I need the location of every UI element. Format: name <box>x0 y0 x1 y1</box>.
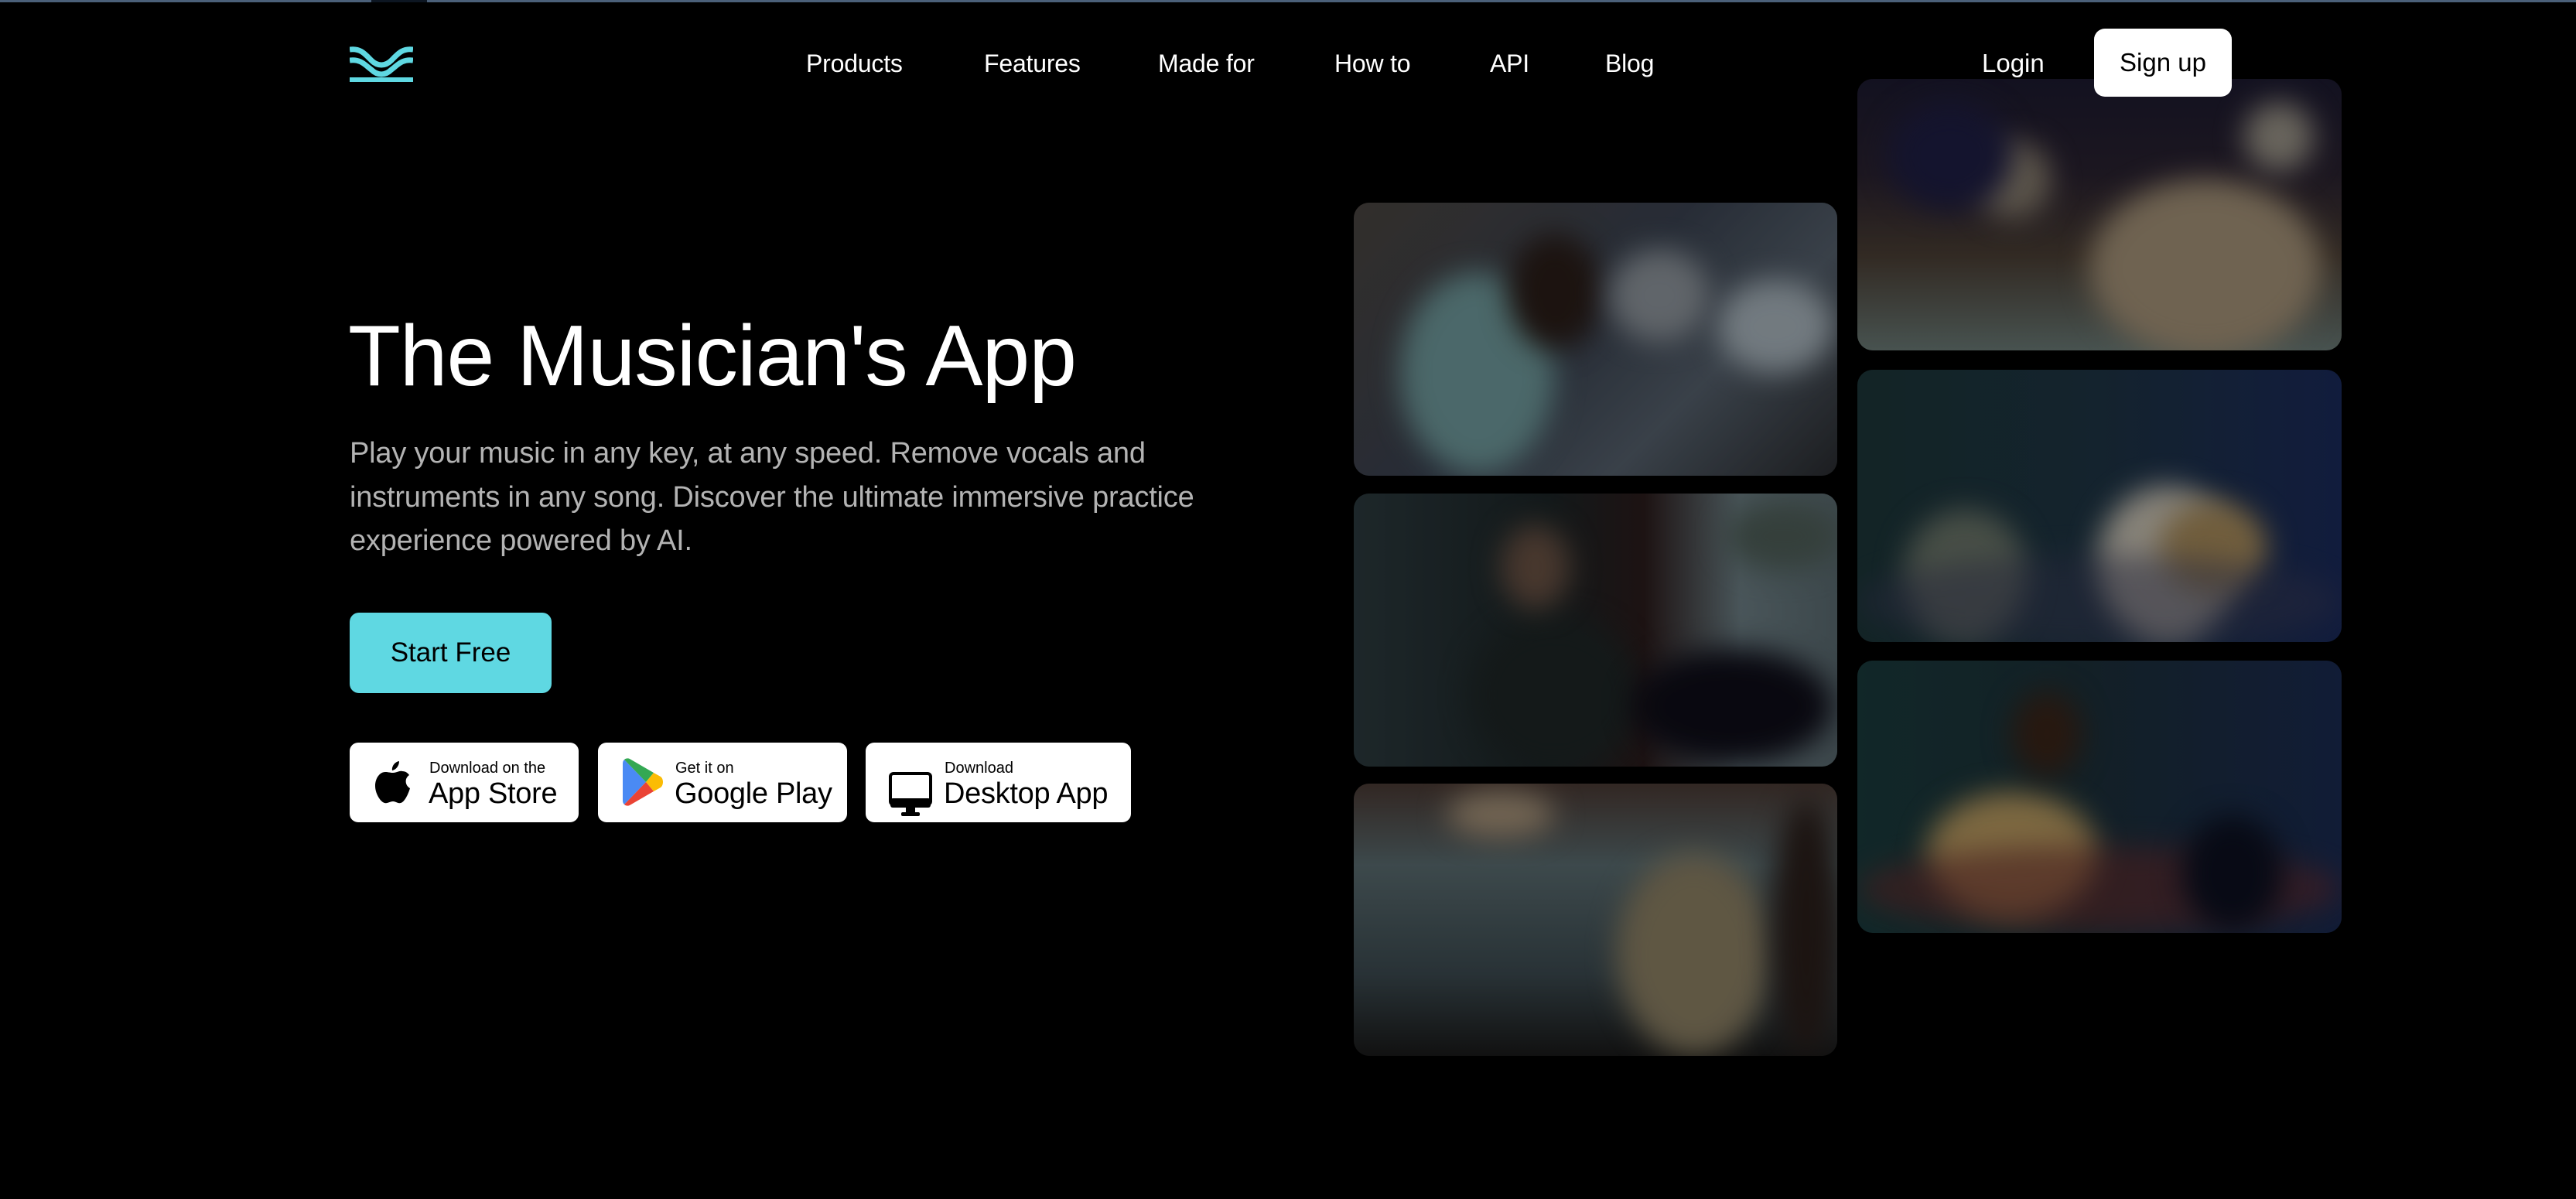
google-play-small-text: Get it on <box>675 760 734 777</box>
desktop-monitor-icon <box>889 772 932 816</box>
app-store-small-text: Download on the <box>429 760 546 777</box>
nav-features[interactable]: Features <box>984 48 1081 79</box>
signup-button[interactable]: Sign up <box>2094 29 2232 97</box>
gallery-photo-guitarist <box>1354 784 1837 1056</box>
app-store-big-text: App Store <box>429 777 558 810</box>
google-play-icon <box>623 758 663 806</box>
gallery-photo-duo <box>1857 370 2342 642</box>
top-border-segment <box>371 0 427 2</box>
nav-blog[interactable]: Blog <box>1605 48 1654 79</box>
gallery-photo-singer <box>1857 79 2342 350</box>
desktop-app-small-text: Download <box>945 760 1013 777</box>
start-free-button[interactable]: Start Free <box>350 613 552 693</box>
gallery-photo-acoustic <box>1857 661 2342 933</box>
login-link[interactable]: Login <box>1982 48 2045 79</box>
gallery-photo-bassist <box>1354 203 1837 476</box>
google-play-big-text: Google Play <box>675 777 832 810</box>
apple-icon <box>375 761 410 804</box>
hero-title: The Musician's App <box>348 308 1077 404</box>
google-play-badge[interactable]: Get it on Google Play <box>598 743 847 822</box>
app-store-badge[interactable]: Download on the App Store <box>350 743 579 822</box>
gallery-photo-drummer <box>1354 494 1837 767</box>
desktop-app-big-text: Desktop App <box>944 777 1109 810</box>
nav-api[interactable]: API <box>1490 48 1529 79</box>
nav-made-for[interactable]: Made for <box>1158 48 1255 79</box>
nav-products[interactable]: Products <box>806 48 903 79</box>
desktop-app-badge[interactable]: Download Desktop App <box>866 743 1131 822</box>
wave-logo-icon[interactable] <box>350 45 413 82</box>
hero-subtitle: Play your music in any key, at any speed… <box>350 437 1194 557</box>
nav-how-to[interactable]: How to <box>1334 48 1411 79</box>
